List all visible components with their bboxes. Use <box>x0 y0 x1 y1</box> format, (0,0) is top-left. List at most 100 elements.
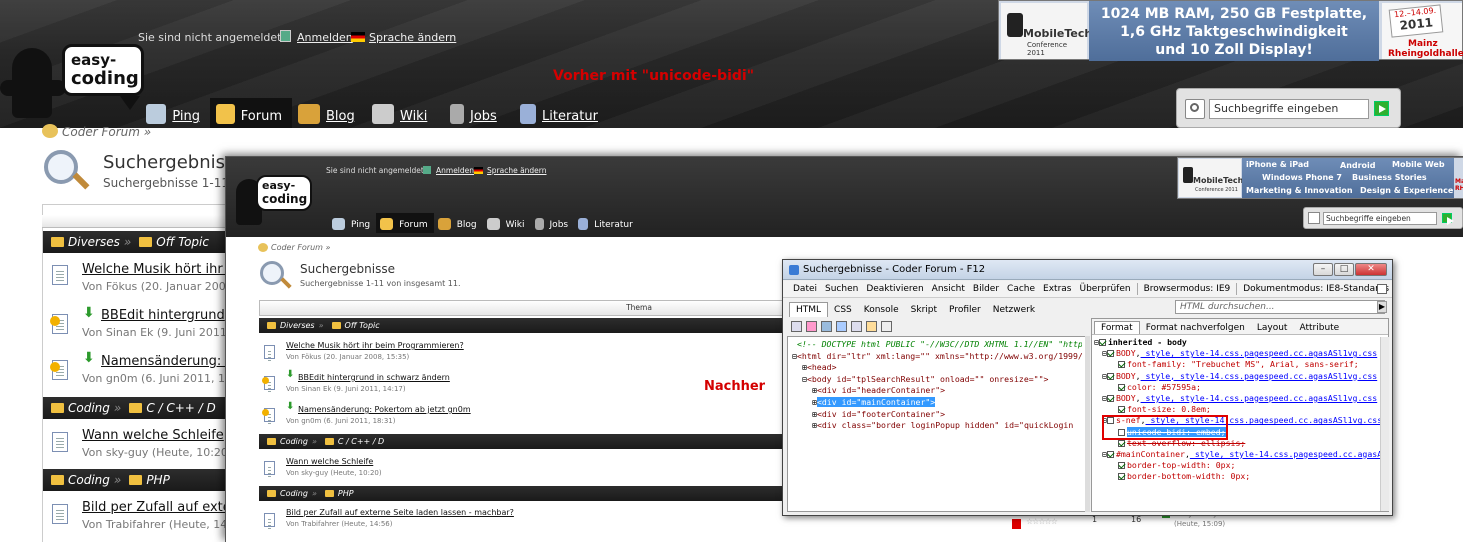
back-thread-title[interactable]: Welche Musik hört ihr be <box>82 262 243 277</box>
front-search-go-button[interactable] <box>1442 213 1454 225</box>
back-thread-title[interactable]: BBEdit hintergrund <box>101 308 225 323</box>
html-line[interactable]: <!-- DOCTYPE html PUBLIC "-//W3C//DTD XH… <box>792 339 1082 351</box>
thread-document-icon <box>52 504 68 524</box>
back-thread-title[interactable]: Wann welche Schleife <box>82 428 224 443</box>
clear-icon[interactable] <box>806 320 817 332</box>
style-tab-layout[interactable]: Layout <box>1251 322 1294 334</box>
html-line[interactable]: ⊞<div class="border loginPopup hidden" i… <box>792 420 1082 432</box>
pane-splitter[interactable] <box>1085 336 1090 512</box>
devtools-title: Suchergebnisse - Coder Forum - F12 <box>803 264 986 275</box>
style-decl[interactable]: color: #57595a; <box>1092 382 1388 393</box>
html-line[interactable]: ⊞<div id="headerContainer"> <box>792 385 1082 397</box>
thread-document-icon <box>264 513 275 527</box>
tab-css[interactable]: CSS <box>828 303 858 317</box>
html-line[interactable]: ⊞<head> <box>792 362 1082 374</box>
nav-blog[interactable]: Blog <box>434 213 483 233</box>
tab-html[interactable]: HTML <box>789 302 829 317</box>
back-ad-banner[interactable]: MobileTech Conference 2011 1024 MB RAM, … <box>998 0 1463 61</box>
html-line-selected[interactable]: ⊞<div id="mainContainer"> <box>792 396 1082 409</box>
search-next-button[interactable]: ▶ <box>1377 301 1387 313</box>
dom-icon[interactable] <box>851 320 862 332</box>
style-decl[interactable]: font-size: 0.8em; <box>1092 404 1388 415</box>
html-line[interactable]: ⊞<div id="footerContainer"> <box>792 409 1082 421</box>
refresh-icon[interactable] <box>836 320 847 332</box>
back-login-link[interactable]: Anmelden <box>297 31 353 44</box>
dock-icon[interactable] <box>1377 284 1387 294</box>
nav-ping[interactable]: Ping <box>328 213 376 233</box>
html-tree-pane[interactable]: <!-- DOCTYPE html PUBLIC "-//W3C//DTD XH… <box>787 336 1087 512</box>
html-search-input[interactable]: HTML durchsuchen... <box>1175 300 1385 314</box>
front-thread-title[interactable]: BBEdit hintergrund in schwarz ändern <box>298 373 450 382</box>
tab-netzwerk[interactable]: Netzwerk <box>987 303 1041 317</box>
back-search-input[interactable]: Suchbegriffe eingeben <box>1209 99 1369 119</box>
front-thread-title[interactable]: Wann welche Schleife <box>286 457 373 466</box>
style-scrollbar[interactable] <box>1380 337 1389 511</box>
front-language-link[interactable]: Sprache ändern <box>487 166 547 175</box>
menu-suchen[interactable]: Suchen <box>821 284 862 294</box>
front-search-input[interactable]: Suchbegriffe eingeben <box>1323 212 1437 225</box>
close-button[interactable]: ✕ <box>1355 263 1387 276</box>
nav-blog[interactable]: Blog <box>292 98 366 128</box>
style-rule[interactable]: ⊟ BODY,_style,_style-14.css.pagespeed.cc.… <box>1092 371 1388 382</box>
back-search-go-button[interactable] <box>1374 101 1389 116</box>
nav-literatur[interactable]: Literatur <box>514 98 610 128</box>
style-tab-attribute[interactable]: Attribute <box>1293 322 1345 334</box>
nav-forum[interactable]: Forum <box>210 98 292 128</box>
tab-profiler[interactable]: Profiler <box>943 303 987 317</box>
front-login-link[interactable]: Anmelden <box>436 166 474 175</box>
back-logo[interactable]: easy- coding <box>62 44 144 96</box>
nav-literatur[interactable]: Literatur <box>574 213 639 233</box>
style-tab-format[interactable]: Format <box>1094 321 1140 334</box>
style-rule[interactable]: ⊟ BODY,_style,_style-14.css.pagespeed.cc.… <box>1092 393 1388 404</box>
ad-city-clipped: MaRH <box>1455 178 1463 192</box>
tab-konsole[interactable]: Konsole <box>858 303 905 317</box>
nav-jobs[interactable]: Jobs <box>444 98 514 128</box>
devtools-titlebar[interactable]: Suchergebnisse - Coder Forum - F12 – □ ✕ <box>783 260 1392 280</box>
logo-line2: coding <box>71 68 139 89</box>
style-decl[interactable]: border-bottom-width: 0px; <box>1092 471 1388 482</box>
style-inherited-header[interactable]: ⊟ inherited - body <box>1092 337 1388 348</box>
front-logo[interactable]: easy- coding <box>256 175 312 211</box>
tab-skript[interactable]: Skript <box>905 303 943 317</box>
style-decl[interactable]: border-top-width: 0px; <box>1092 460 1388 471</box>
back-thread-title[interactable]: Namensänderung: P <box>101 354 233 369</box>
menu-extras[interactable]: Extras <box>1039 284 1075 294</box>
word-wrap-icon[interactable] <box>881 320 892 332</box>
style-tab-trace[interactable]: Format nachverfolgen <box>1140 322 1251 334</box>
html-line[interactable]: ⊟<body id="tplSearchResult" onload="" on… <box>792 374 1082 386</box>
back-thread-title[interactable]: Bild per Zufall auf extern <box>82 500 244 515</box>
menu-datei[interactable]: Datei <box>789 284 821 294</box>
col-header-thema[interactable]: Thema <box>626 303 652 312</box>
nav-ping[interactable]: Ping <box>140 98 210 128</box>
back-language-link[interactable]: Sprache ändern <box>369 31 456 44</box>
front-thread-title[interactable]: Namensänderung: Pokertom ab jetzt gn0m <box>298 405 471 414</box>
menu-dokumentmodus[interactable]: Dokumentmodus: IE8-Standards <box>1239 284 1392 294</box>
menu-bilder[interactable]: Bilder <box>969 284 1003 294</box>
menu-browsermodus[interactable]: Browsermodus: IE9 <box>1140 284 1235 294</box>
front-thread-title[interactable]: Welche Musik hört ihr beim Programmieren… <box>286 341 464 350</box>
style-decl[interactable]: font-family: "Trebuchet MS", Arial, sans… <box>1092 359 1388 370</box>
style-rule[interactable]: ⊟ #mainContainer,_style,_style-14.css.pag… <box>1092 449 1388 460</box>
save-icon[interactable] <box>821 320 832 332</box>
menu-ueberpruefen[interactable]: Überprüfen <box>1076 284 1135 294</box>
menu-deaktivieren[interactable]: Deaktivieren <box>862 284 927 294</box>
select-element-icon[interactable] <box>791 320 802 332</box>
menu-cache[interactable]: Cache <box>1003 284 1039 294</box>
maximize-button[interactable]: □ <box>1334 263 1354 276</box>
minimize-button[interactable]: – <box>1313 263 1333 276</box>
nav-wiki[interactable]: Wiki <box>483 213 531 233</box>
back-breadcrumb[interactable]: Coder Forum » <box>62 125 151 139</box>
style-rule[interactable]: ⊟ BODY,_style,_style-14.css.pagespeed.cc.… <box>1092 348 1388 359</box>
calendar-icon: 12.–14.09. 2011 <box>1388 4 1444 38</box>
nav-forum[interactable]: Forum <box>376 213 434 233</box>
edit-icon[interactable] <box>866 320 877 332</box>
front-thread-title[interactable]: Bild per Zufall auf externe Seite laden … <box>286 508 514 517</box>
front-thread-meta: Von Fökus (20. Januar 2008, 15:35) <box>286 353 410 361</box>
nav-jobs[interactable]: Jobs <box>531 213 575 233</box>
menu-ansicht[interactable]: Ansicht <box>928 284 969 294</box>
front-ad-banner[interactable]: MobileTech Conference 2011 iPhone & iPad… <box>1177 157 1463 199</box>
front-breadcrumb[interactable]: Coder Forum » <box>271 243 330 252</box>
book-icon <box>520 104 536 124</box>
nav-wiki[interactable]: Wiki <box>366 98 444 128</box>
html-line[interactable]: ⊟<html dir="ltr" xml:lang="" xmlns="http… <box>792 351 1082 363</box>
